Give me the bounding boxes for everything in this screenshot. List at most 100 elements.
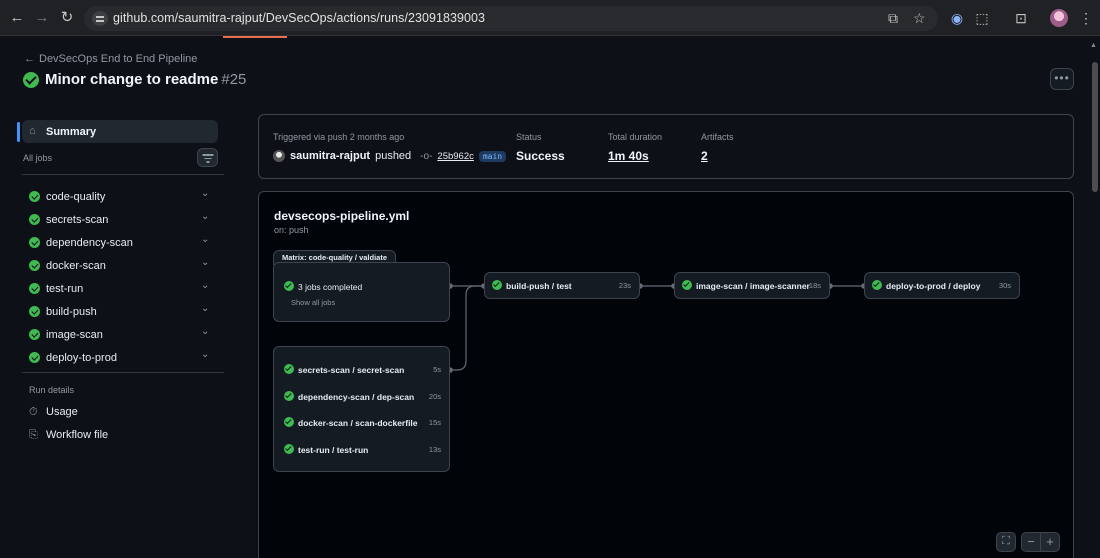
extension-icon[interactable]: ◉: [948, 9, 966, 27]
show-all-jobs-link[interactable]: Show all jobs: [291, 298, 335, 307]
sidebar-job-image-scan[interactable]: image-scan ⌄: [22, 326, 218, 346]
stopwatch-icon: ⏱: [29, 406, 38, 418]
more-options-button[interactable]: •••: [1050, 68, 1074, 90]
scrollbar-thumb[interactable]: [1092, 62, 1098, 192]
job-label: docker-scan / scan-dockerfile: [298, 418, 418, 428]
success-check-icon: [29, 283, 40, 294]
filter-button[interactable]: [197, 148, 218, 167]
fullscreen-button[interactable]: ⛶: [996, 532, 1016, 552]
browser-menu-icon[interactable]: ⋮: [1077, 9, 1095, 27]
sidebar-job-code-quality[interactable]: code-quality ⌄: [22, 188, 218, 208]
chevron-down-icon[interactable]: ⌄: [201, 257, 209, 268]
workflow-back-link[interactable]: ← DevSecOps End to End Pipeline: [24, 53, 197, 65]
success-check-icon: [29, 352, 40, 363]
success-check-icon: [29, 237, 40, 248]
sidebar-item-usage[interactable]: ⏱ Usage: [29, 406, 78, 419]
success-check-icon: [29, 306, 40, 317]
reload-icon[interactable]: ↻: [57, 8, 77, 28]
job-row[interactable]: build-push / test 23s: [485, 277, 639, 295]
graph-job-build-push[interactable]: build-push / test 23s: [484, 272, 640, 299]
chevron-down-icon[interactable]: ⌄: [201, 234, 209, 245]
back-arrow-icon[interactable]: ←: [7, 8, 27, 28]
graph-job-docker-scan[interactable]: docker-scan / scan-dockerfile 15s: [274, 414, 449, 432]
profile-avatar[interactable]: [1050, 9, 1068, 27]
branch-badge[interactable]: main: [478, 150, 507, 162]
success-check-icon: [492, 280, 502, 290]
success-check-icon: [682, 280, 692, 290]
sidebar-job-docker-scan[interactable]: docker-scan ⌄: [22, 257, 218, 277]
job-duration: 23s: [618, 281, 631, 290]
graph-job-image-scan[interactable]: image-scan / image-scanner 18s: [674, 272, 830, 299]
job-row[interactable]: image-scan / image-scanner 18s: [675, 277, 829, 295]
sidebar-job-dependency-scan[interactable]: dependency-scan ⌄: [22, 234, 218, 254]
active-indicator: [17, 122, 20, 142]
duration-value[interactable]: 1m 40s: [608, 149, 649, 163]
sidebar-job-build-push[interactable]: build-push ⌄: [22, 303, 218, 323]
connector-line: [450, 285, 484, 371]
commit-sha-link[interactable]: 25b962c: [437, 151, 473, 162]
graph-job-deploy-to-prod[interactable]: deploy-to-prod / deploy 30s: [864, 272, 1020, 299]
artifacts-label: Artifacts: [701, 132, 734, 142]
job-label: test-run: [46, 283, 84, 295]
bookmark-star-icon[interactable]: ☆: [913, 10, 926, 27]
sidebar-job-secrets-scan[interactable]: secrets-scan ⌄: [22, 211, 218, 231]
workflow-name[interactable]: DevSecOps End to End Pipeline: [39, 53, 197, 65]
success-check-icon: [29, 191, 40, 202]
browser-toolbar: ← → ↻ github.com/saumitra-rajput/DevSecO…: [0, 0, 1100, 36]
job-label: test-run / test-run: [298, 445, 369, 455]
sidebar-item-summary[interactable]: ⌂ Summary: [22, 120, 218, 143]
job-label: 3 jobs completed: [298, 282, 363, 292]
address-bar[interactable]: github.com/saumitra-rajput/DevSecOps/act…: [84, 6, 938, 31]
forward-arrow-icon[interactable]: →: [32, 8, 52, 28]
duration-label: Total duration: [608, 132, 663, 142]
job-label: deploy-to-prod: [46, 352, 117, 364]
scroll-up-arrow-icon[interactable]: ▲: [1090, 42, 1097, 49]
chevron-down-icon[interactable]: ⌄: [201, 211, 209, 222]
zoom-in-button[interactable]: +: [1040, 532, 1060, 552]
tab-search-icon[interactable]: ⊡: [1012, 9, 1030, 27]
home-icon: ⌂: [29, 125, 36, 137]
status-label: Status: [516, 132, 542, 142]
chevron-down-icon[interactable]: ⌄: [201, 349, 209, 360]
chevron-down-icon[interactable]: ⌄: [201, 303, 209, 314]
job-label: secrets-scan: [46, 214, 109, 226]
matrix-node[interactable]: 3 jobs completed Show all jobs: [273, 262, 450, 322]
zoom-out-button[interactable]: −: [1021, 532, 1041, 552]
scan-jobs-node: secrets-scan / secret-scan 5s dependency…: [273, 346, 450, 472]
job-label: image-scan / image-scanner: [696, 281, 810, 291]
sidebar-item-label: Workflow file: [46, 429, 109, 441]
workflow-graph: devsecops-pipeline.yml on: push Matrix: …: [258, 191, 1074, 558]
run-summary-card: Triggered via push 2 months ago saumitra…: [258, 114, 1074, 179]
success-check-icon: [23, 72, 39, 88]
chevron-down-icon[interactable]: ⌄: [201, 188, 209, 199]
divider: [22, 372, 224, 373]
job-label: dependency-scan: [46, 237, 133, 249]
divider: [22, 174, 224, 175]
matrix-summary[interactable]: 3 jobs completed: [274, 278, 449, 296]
graph-job-secrets-scan[interactable]: secrets-scan / secret-scan 5s: [274, 361, 449, 379]
job-duration: 13s: [428, 445, 441, 454]
sidebar-item-workflow-file[interactable]: ⎘ Workflow file: [29, 429, 108, 442]
cast-icon[interactable]: ⧉: [888, 10, 898, 27]
site-info-icon[interactable]: [92, 11, 108, 26]
filter-icon: [202, 154, 213, 156]
job-row[interactable]: deploy-to-prod / deploy 30s: [865, 277, 1019, 295]
graph-job-dependency-scan[interactable]: dependency-scan / dep-scan 20s: [274, 388, 449, 406]
actor-avatar[interactable]: [273, 150, 285, 162]
run-details-heading: Run details: [29, 385, 75, 395]
artifacts-count[interactable]: 2: [701, 149, 708, 163]
job-duration: 30s: [998, 281, 1011, 290]
chevron-down-icon[interactable]: ⌄: [201, 280, 209, 291]
sidebar-job-test-run[interactable]: test-run ⌄: [22, 280, 218, 300]
job-duration: 15s: [428, 418, 441, 427]
extensions-puzzle-icon[interactable]: ⬚: [973, 9, 991, 27]
job-duration: 5s: [433, 365, 441, 374]
actor-name[interactable]: saumitra-rajput: [290, 150, 370, 162]
url-text[interactable]: github.com/saumitra-rajput/DevSecOps/act…: [113, 11, 485, 25]
arrow-left-icon: ←: [24, 53, 35, 65]
sidebar-job-deploy-to-prod[interactable]: deploy-to-prod ⌄: [22, 349, 218, 369]
chevron-down-icon[interactable]: ⌄: [201, 326, 209, 337]
graph-job-test-run[interactable]: test-run / test-run 13s: [274, 441, 449, 459]
file-icon: ⎘: [29, 429, 38, 441]
trigger-detail: saumitra-rajput pushed -o- 25b962c main: [273, 150, 507, 162]
